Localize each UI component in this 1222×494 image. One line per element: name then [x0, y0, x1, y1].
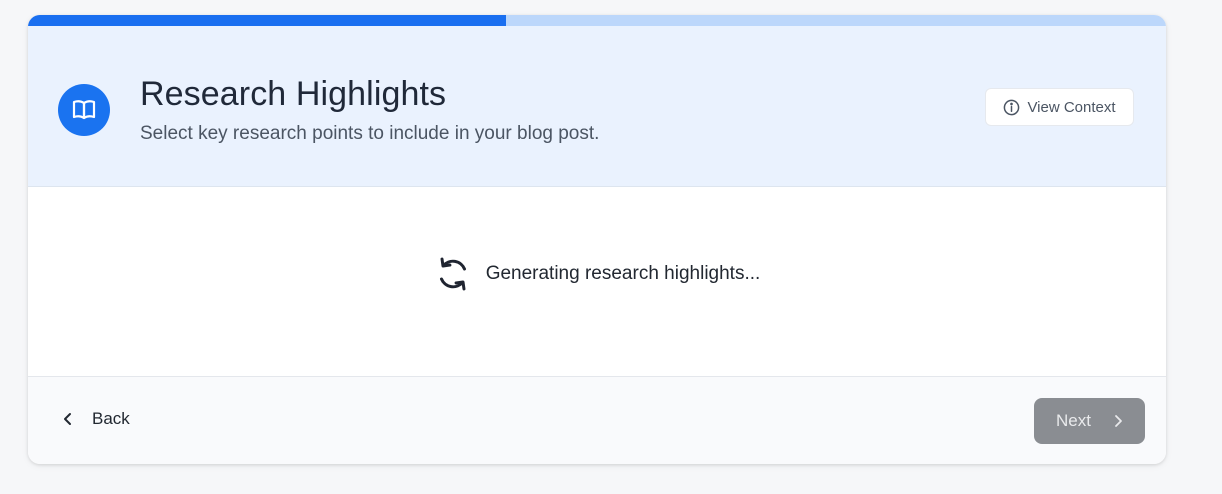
research-highlights-card: Research Highlights Select key research … [28, 15, 1166, 464]
chevron-right-icon [1113, 414, 1123, 428]
progress-bar-fill [28, 15, 506, 26]
card-footer: Back Next [28, 376, 1166, 464]
loading-indicator: Generating research highlights... [28, 255, 1166, 293]
book-open-icon [58, 84, 110, 136]
progress-bar [28, 15, 1166, 26]
page-subtitle: Select key research points to include in… [140, 123, 600, 144]
loading-text: Generating research highlights... [485, 263, 761, 284]
view-context-label: View Context [1027, 98, 1116, 116]
card-header: Research Highlights Select key research … [28, 26, 1166, 187]
chevron-left-icon [62, 412, 74, 426]
back-button[interactable]: Back [62, 403, 130, 435]
refresh-icon [434, 255, 472, 293]
back-label: Back [92, 409, 130, 428]
next-button[interactable]: Next [1034, 398, 1145, 444]
info-icon [1003, 99, 1020, 116]
next-label: Next [1056, 411, 1091, 430]
view-context-button[interactable]: View Context [985, 88, 1134, 126]
page-title: Research Highlights [140, 75, 447, 113]
